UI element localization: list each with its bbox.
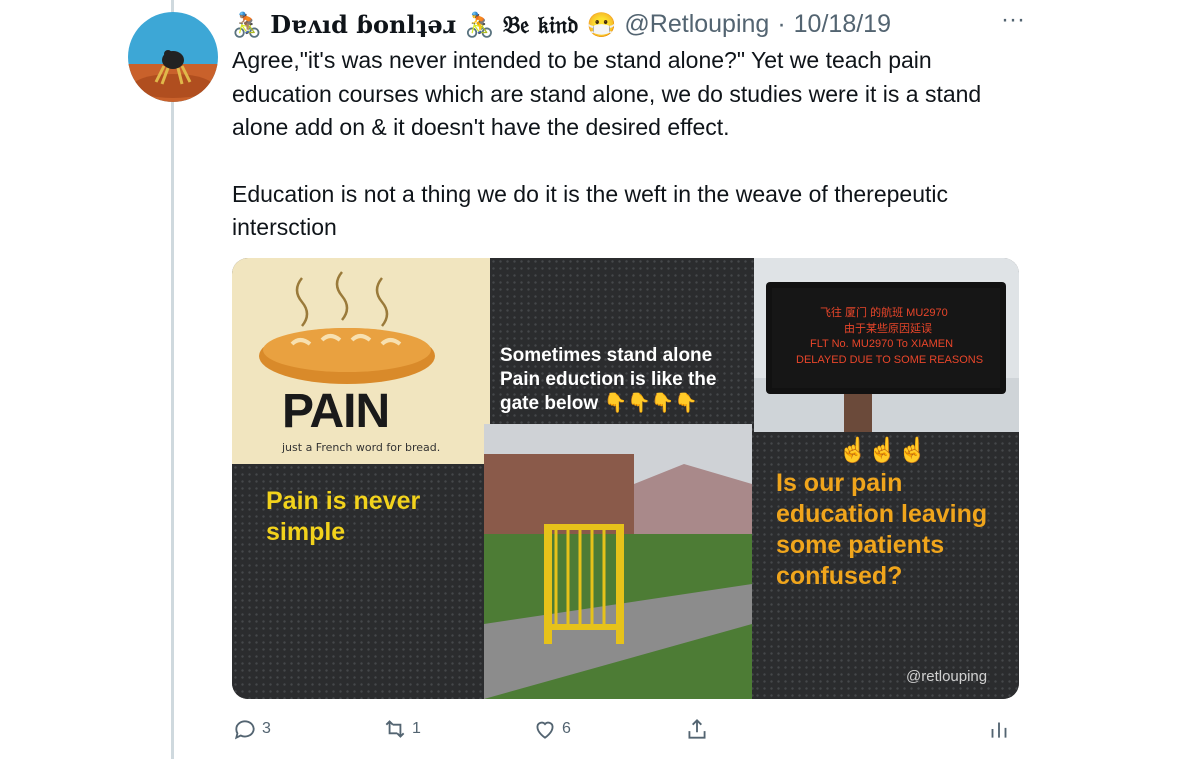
board-line-2: 由于某些原因延误	[844, 323, 932, 335]
board-line-4: DELAYED DUE TO SOME REASONS	[796, 354, 984, 366]
pain-bread-panel: PAIN just a French word for bread.	[232, 258, 490, 464]
tweet-media-image[interactable]: PAIN just a French word for bread. Pain …	[232, 258, 1019, 699]
departure-board-photo: 飞往 厦门 的航班 MU2970 由于某些原因延误 FLT No. MU2970…	[754, 258, 1019, 432]
retweet-button[interactable]: 1	[382, 712, 421, 746]
tweet-header: 🚴🏽 Dɐʌıd ɓonlʇǝɹ 🚴 𝔅𝔢 𝔨𝔦𝔫𝔡 😷 @Retlouping…	[232, 6, 891, 42]
like-button[interactable]: 6	[532, 712, 571, 746]
thread-connector-line	[171, 0, 174, 759]
middle-caption: Sometimes stand alone Pain eduction is l…	[500, 345, 717, 414]
reply-button[interactable]: 3	[232, 712, 271, 746]
gate-photo	[484, 424, 752, 699]
user-handle[interactable]: @Retlouping	[624, 10, 769, 39]
tweet-date[interactable]: 10/18/19	[794, 10, 891, 39]
share-icon	[688, 719, 706, 739]
yellow-gate-photo	[484, 424, 752, 699]
like-count: 6	[562, 720, 571, 737]
retweet-icon	[385, 720, 405, 738]
header-separator: ·	[777, 9, 786, 38]
reply-icon	[234, 720, 255, 740]
left-caption: Pain is never simple	[266, 487, 421, 546]
avatar-image	[128, 12, 218, 102]
heart-icon	[536, 721, 554, 739]
analytics-icon	[991, 722, 1007, 738]
share-button[interactable]	[684, 712, 710, 746]
board-line-1: 飞往 厦门 的航班 MU2970	[820, 307, 948, 319]
tweet-paragraph-2: Education is not a thing we do it is the…	[232, 180, 948, 241]
analytics-button[interactable]	[986, 712, 1012, 746]
pointing-up-emojis: ☝️☝️☝️	[838, 437, 928, 464]
avatar[interactable]	[128, 12, 218, 102]
more-options-icon[interactable]: ···	[993, 6, 1033, 42]
retweet-count: 1	[412, 720, 421, 737]
right-caption: Is our pain education leaving some patie…	[776, 469, 988, 590]
tweet-paragraph-1: Agree,"it's was never intended to be sta…	[232, 47, 982, 140]
watermark: @retlouping	[906, 668, 988, 685]
board-line-3: FLT No. MU2970 To XIAMEN	[810, 338, 954, 350]
reply-count: 3	[262, 720, 271, 737]
tweet-actions: 3 1 6	[232, 712, 1022, 746]
left-caption-panel: Pain is never simple	[232, 464, 490, 699]
tweet-text: Agree,"it's was never intended to be sta…	[232, 44, 1022, 245]
pain-caption: just a French word for bread.	[282, 441, 441, 454]
pain-word: PAIN	[282, 385, 390, 438]
display-name[interactable]: 🚴🏽 Dɐʌıd ɓonlʇǝɹ 🚴 𝔅𝔢 𝔨𝔦𝔫𝔡 😷	[232, 10, 616, 39]
